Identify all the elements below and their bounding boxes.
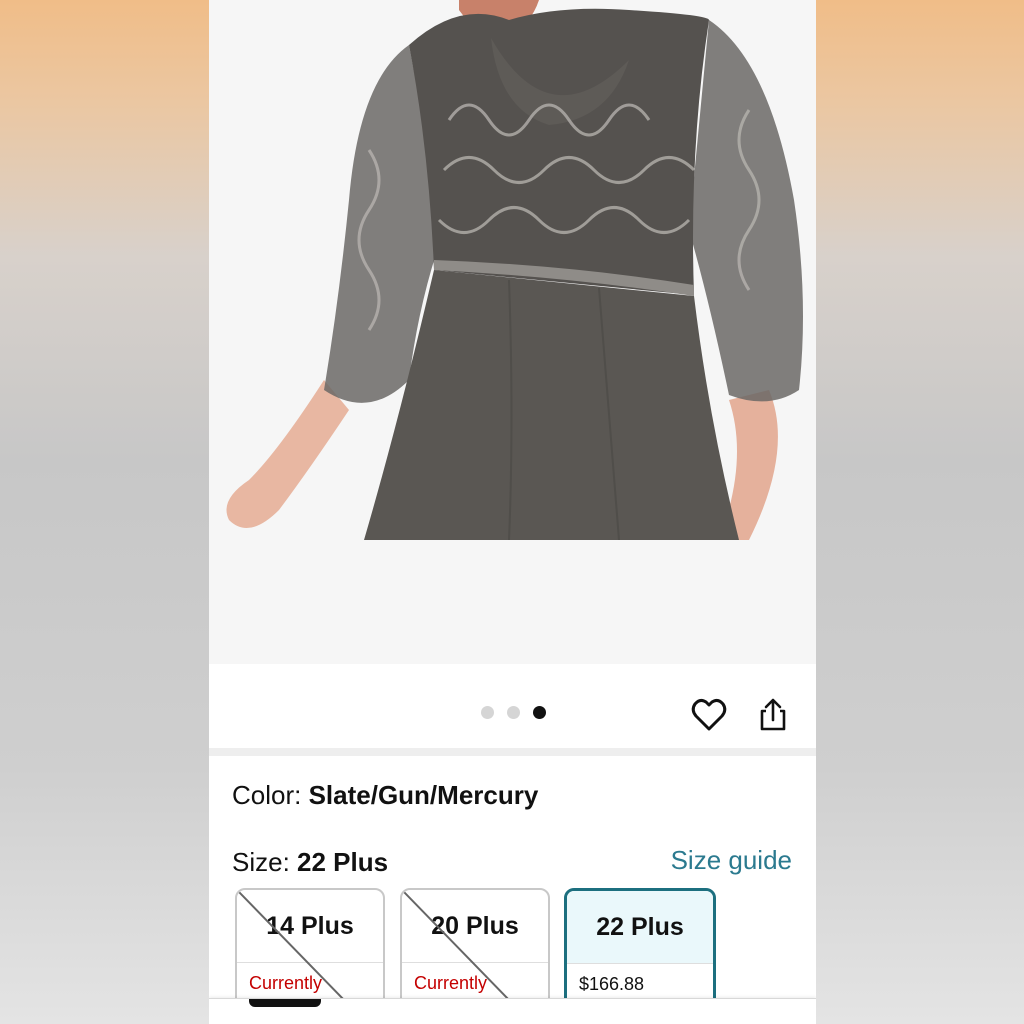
background-right (816, 0, 1024, 1024)
product-image[interactable] (209, 0, 816, 664)
size-value: 22 Plus (297, 847, 389, 877)
size-selection-label: Size: 22 Plus (232, 847, 389, 877)
bottom-navigation (209, 998, 816, 1024)
page-dot[interactable] (507, 706, 520, 719)
color-value: Slate/Gun/Mercury (308, 780, 539, 810)
page-dot-active[interactable] (533, 706, 546, 719)
dress-illustration (209, 0, 816, 664)
favorite-button[interactable] (689, 695, 729, 735)
product-details: Color: Slate/Gun/Mercury Size: 22 Plus S… (209, 756, 816, 1024)
background-left (0, 0, 209, 1024)
size-guide-link[interactable]: Size guide (671, 845, 792, 876)
image-controls (209, 664, 816, 748)
nav-active-indicator (249, 999, 321, 1007)
color-selection-label: Color: Slate/Gun/Mercury (232, 780, 539, 810)
image-pagination[interactable] (481, 706, 546, 719)
page-dot[interactable] (481, 706, 494, 719)
size-option-label: 14 Plus (237, 890, 383, 963)
heart-icon (691, 698, 727, 731)
share-button[interactable] (753, 695, 793, 735)
share-icon (760, 698, 786, 731)
section-divider (209, 748, 816, 756)
size-option-label: 20 Plus (402, 890, 548, 963)
size-option-label: 22 Plus (567, 891, 713, 964)
app-screen: Color: Slate/Gun/Mercury Size: 22 Plus S… (209, 0, 816, 1024)
